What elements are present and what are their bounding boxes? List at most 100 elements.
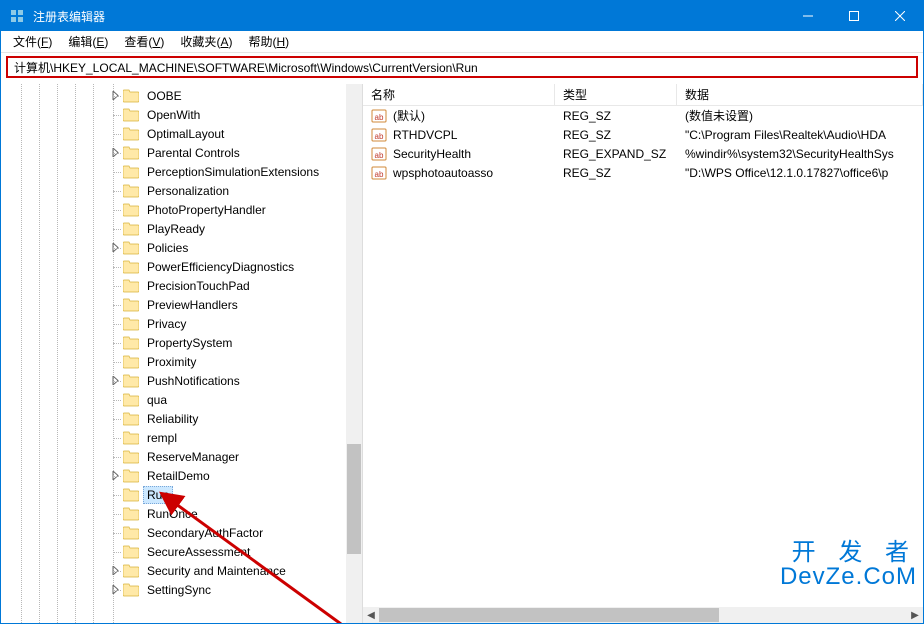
tree-item-label: SettingSync xyxy=(143,581,215,599)
folder-icon xyxy=(123,431,139,445)
svg-text:ab: ab xyxy=(375,113,384,122)
tree-item-parental-controls[interactable]: Parental Controls xyxy=(1,143,362,162)
tree-item-label: ReserveManager xyxy=(143,448,243,466)
folder-icon xyxy=(123,108,139,122)
tree-item-settingsync[interactable]: SettingSync xyxy=(1,580,362,599)
tree-item-previewhandlers[interactable]: PreviewHandlers xyxy=(1,295,362,314)
tree-item-label: PerceptionSimulationExtensions xyxy=(143,163,323,181)
content: OOBEOpenWithOptimalLayoutParental Contro… xyxy=(1,84,923,623)
tree-item-label: Proximity xyxy=(143,353,200,371)
tree-item-openwith[interactable]: OpenWith xyxy=(1,105,362,124)
tree-pane: OOBEOpenWithOptimalLayoutParental Contro… xyxy=(1,84,363,623)
tree-item-label: RetailDemo xyxy=(143,467,214,485)
tree-item-perceptionsimulationextensions[interactable]: PerceptionSimulationExtensions xyxy=(1,162,362,181)
folder-icon xyxy=(123,241,139,255)
folder-icon xyxy=(123,298,139,312)
value-data: "C:\Program Files\Realtek\Audio\HDA xyxy=(677,128,923,142)
tree-item-label: PlayReady xyxy=(143,220,209,238)
maximize-button[interactable] xyxy=(831,1,877,31)
menu-file[interactable]: 文件(F) xyxy=(5,31,60,52)
tree-item-security-and-maintenance[interactable]: Security and Maintenance xyxy=(1,561,362,580)
tree-item-label: Parental Controls xyxy=(143,144,244,162)
tree-item-optimallayout[interactable]: OptimalLayout xyxy=(1,124,362,143)
value-row[interactable]: abSecurityHealthREG_EXPAND_SZ%windir%\sy… xyxy=(363,144,923,163)
close-button[interactable] xyxy=(877,1,923,31)
tree-scrollbar[interactable] xyxy=(346,84,362,623)
tree-item-rempl[interactable]: rempl xyxy=(1,428,362,447)
tree-item-run[interactable]: Run xyxy=(1,485,362,504)
list-h-thumb[interactable] xyxy=(379,608,719,622)
tree-item-label: PowerEfficiencyDiagnostics xyxy=(143,258,298,276)
folder-icon xyxy=(123,450,139,464)
tree-item-privacy[interactable]: Privacy xyxy=(1,314,362,333)
menu-favorites[interactable]: 收藏夹(A) xyxy=(172,31,240,52)
value-data: %windir%\system32\SecurityHealthSys xyxy=(677,147,923,161)
tree[interactable]: OOBEOpenWithOptimalLayoutParental Contro… xyxy=(1,84,362,599)
tree-item-label: Reliability xyxy=(143,410,202,428)
scroll-right-icon[interactable]: ▶ xyxy=(907,607,923,623)
folder-icon xyxy=(123,507,139,521)
tree-item-runonce[interactable]: RunOnce xyxy=(1,504,362,523)
value-data: "D:\WPS Office\12.1.0.17827\office6\p xyxy=(677,166,923,180)
tree-item-label: Security and Maintenance xyxy=(143,562,290,580)
list-body[interactable]: ab(默认)REG_SZ(数值未设置)abRTHDVCPLREG_SZ"C:\P… xyxy=(363,106,923,607)
value-data: (数值未设置) xyxy=(677,107,923,124)
folder-icon xyxy=(123,393,139,407)
scroll-left-icon[interactable]: ◀ xyxy=(363,607,379,623)
tree-item-playready[interactable]: PlayReady xyxy=(1,219,362,238)
menu-help[interactable]: 帮助(H) xyxy=(240,31,297,52)
value-type: REG_SZ xyxy=(555,128,677,142)
tree-item-label: PushNotifications xyxy=(143,372,244,390)
column-name[interactable]: 名称 xyxy=(363,84,555,105)
tree-item-secureassessment[interactable]: SecureAssessment xyxy=(1,542,362,561)
minimize-button[interactable] xyxy=(785,1,831,31)
value-row[interactable]: ab(默认)REG_SZ(数值未设置) xyxy=(363,106,923,125)
string-value-icon: ab xyxy=(371,165,387,181)
tree-item-oobe[interactable]: OOBE xyxy=(1,86,362,105)
tree-item-pushnotifications[interactable]: PushNotifications xyxy=(1,371,362,390)
address-input[interactable]: 计算机\HKEY_LOCAL_MACHINE\SOFTWARE\Microsof… xyxy=(6,56,918,78)
tree-item-label: SecondaryAuthFactor xyxy=(143,524,267,542)
tree-item-label: OptimalLayout xyxy=(143,125,228,143)
list-h-scrollbar[interactable]: ◀ ▶ xyxy=(363,607,923,623)
folder-icon xyxy=(123,545,139,559)
tree-item-proximity[interactable]: Proximity xyxy=(1,352,362,371)
value-row[interactable]: abwpsphotoautoassoREG_SZ"D:\WPS Office\1… xyxy=(363,163,923,182)
value-row[interactable]: abRTHDVCPLREG_SZ"C:\Program Files\Realte… xyxy=(363,125,923,144)
folder-icon xyxy=(123,203,139,217)
tree-item-powerefficiencydiagnostics[interactable]: PowerEfficiencyDiagnostics xyxy=(1,257,362,276)
folder-icon xyxy=(123,260,139,274)
folder-icon xyxy=(123,374,139,388)
tree-item-label: RunOnce xyxy=(143,505,202,523)
tree-item-policies[interactable]: Policies xyxy=(1,238,362,257)
svg-text:ab: ab xyxy=(375,132,384,141)
tree-item-reliability[interactable]: Reliability xyxy=(1,409,362,428)
svg-text:ab: ab xyxy=(375,170,384,179)
folder-icon xyxy=(123,165,139,179)
folder-icon xyxy=(123,184,139,198)
value-name: wpsphotoautoasso xyxy=(393,166,493,180)
tree-item-propertysystem[interactable]: PropertySystem xyxy=(1,333,362,352)
tree-item-retaildemo[interactable]: RetailDemo xyxy=(1,466,362,485)
value-type: REG_SZ xyxy=(555,109,677,123)
tree-item-label: OOBE xyxy=(143,87,186,105)
tree-scroll-thumb[interactable] xyxy=(347,444,361,554)
menu-view[interactable]: 查看(V) xyxy=(116,31,172,52)
menu-edit[interactable]: 编辑(E) xyxy=(60,31,116,52)
tree-item-personalization[interactable]: Personalization xyxy=(1,181,362,200)
titlebar[interactable]: 注册表编辑器 xyxy=(1,1,923,31)
tree-item-qua[interactable]: qua xyxy=(1,390,362,409)
column-type[interactable]: 类型 xyxy=(555,84,677,105)
tree-item-photopropertyhandler[interactable]: PhotoPropertyHandler xyxy=(1,200,362,219)
tree-item-precisiontouchpad[interactable]: PrecisionTouchPad xyxy=(1,276,362,295)
folder-icon xyxy=(123,222,139,236)
string-value-icon: ab xyxy=(371,127,387,143)
column-data[interactable]: 数据 xyxy=(677,84,923,105)
folder-icon xyxy=(123,89,139,103)
folder-icon xyxy=(123,564,139,578)
list-pane: 名称 类型 数据 ab(默认)REG_SZ(数值未设置)abRTHDVCPLRE… xyxy=(363,84,923,623)
watermark: 开 发 者 DevZe.CoM xyxy=(780,541,917,589)
tree-item-secondaryauthfactor[interactable]: SecondaryAuthFactor xyxy=(1,523,362,542)
tree-item-reservemanager[interactable]: ReserveManager xyxy=(1,447,362,466)
list-header: 名称 类型 数据 xyxy=(363,84,923,106)
